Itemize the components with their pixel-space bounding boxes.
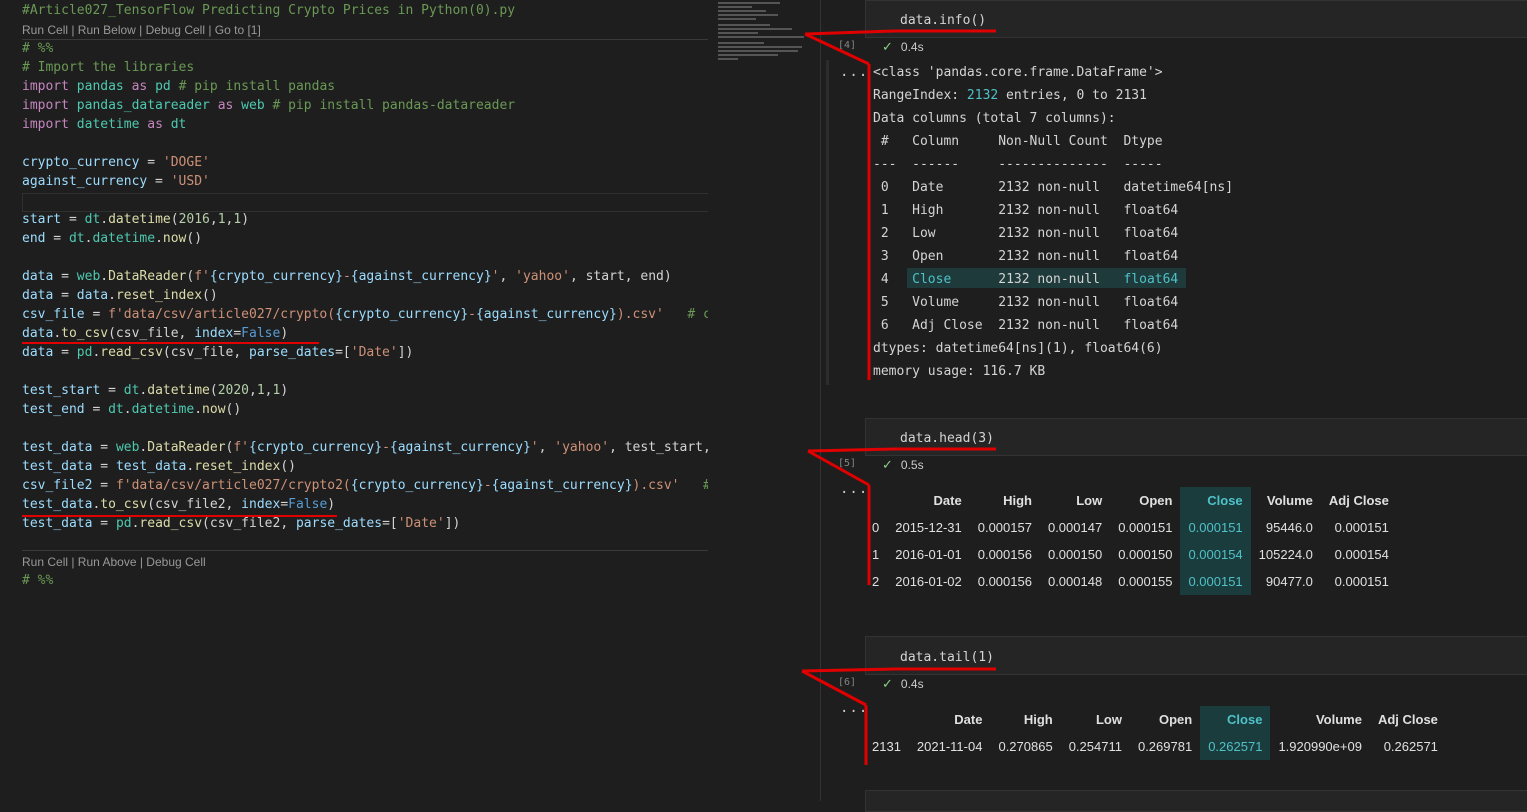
annotation-overlay [801, 29, 996, 765]
